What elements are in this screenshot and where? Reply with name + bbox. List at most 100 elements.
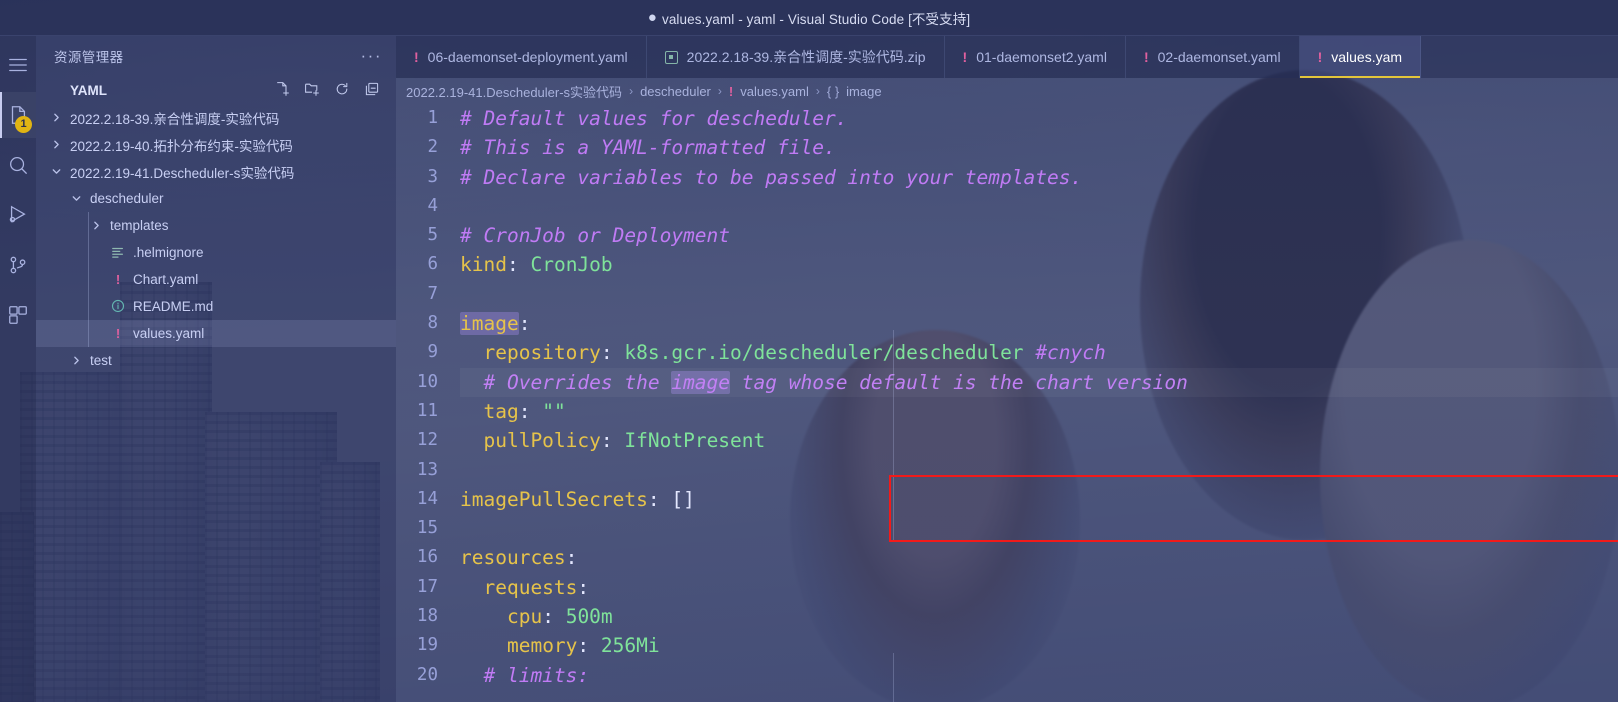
zip-file-icon: [664, 50, 678, 64]
explorer-icon[interactable]: 1: [0, 92, 36, 138]
search-icon[interactable]: [0, 142, 36, 188]
breadcrumb-part[interactable]: 2022.2.19-41.Descheduler-s实验代码: [406, 82, 622, 101]
indent-guide: [893, 653, 894, 702]
tree-item-folder[interactable]: descheduler: [36, 185, 396, 212]
extensions-icon[interactable]: [0, 292, 36, 338]
line-number: 16: [416, 547, 438, 568]
indent-guide: [893, 330, 894, 542]
code-line[interactable]: 14 imagePullSecrets: []: [396, 485, 1618, 514]
new-folder-icon[interactable]: [304, 81, 320, 100]
line-number: 11: [416, 400, 438, 421]
code-line[interactable]: 7: [396, 280, 1618, 309]
tree-item-folder[interactable]: 2022.2.19-41.Descheduler-s实验代码: [36, 158, 396, 185]
tree-indent-guide: [88, 266, 89, 293]
code-token: # Declare variables to be passed into yo…: [460, 165, 1083, 189]
chevron-down-icon: [70, 192, 83, 205]
breadcrumb-part[interactable]: values.yaml: [740, 84, 809, 99]
code-token: # Default values for descheduler.: [460, 107, 848, 130]
chevron-right-icon: [70, 354, 83, 367]
tree-item-folder[interactable]: test: [36, 347, 396, 374]
editor-tab-bar[interactable]: ! 06-daemonset-deployment.yaml 2022.2.18-3…: [396, 36, 1618, 78]
code-line[interactable]: 3 # Declare variables to be passed into y…: [396, 163, 1618, 192]
refresh-icon[interactable]: [334, 81, 350, 100]
line-number: 14: [416, 488, 438, 509]
tab-label: 06-daemonset-deployment.yaml: [427, 49, 628, 65]
code-line[interactable]: 20 # limits:: [396, 661, 1618, 690]
code-line[interactable]: 8 image:: [396, 309, 1618, 338]
code-line[interactable]: 18 cpu: 500m: [396, 602, 1618, 631]
line-number: 3: [427, 166, 438, 187]
line-number: 15: [416, 518, 438, 539]
code-line-content: imagePullSecrets: []: [460, 485, 695, 514]
code-line[interactable]: 19 memory: 256Mi: [396, 631, 1618, 660]
code-line[interactable]: 10 # Overrides the image tag whose defau…: [396, 367, 1618, 397]
activity-bar[interactable]: 1: [0, 36, 36, 702]
code-token: :: [600, 341, 613, 365]
code-token: # limits:: [460, 663, 590, 687]
breadcrumb[interactable]: 2022.2.19-41.Descheduler-s实验代码 › deschedul…: [396, 78, 1618, 104]
code-line[interactable]: 2 # This is a YAML-formatted file.: [396, 133, 1618, 162]
code-line[interactable]: 16 resources:: [396, 543, 1618, 572]
code-line[interactable]: 13: [396, 456, 1618, 485]
tree-item-label: 2022.2.19-40.拓扑分布约束-实验代码: [70, 138, 293, 154]
source-control-icon[interactable]: [0, 242, 36, 288]
editor-tab[interactable]: 2022.2.18-39.亲合性调度-实验代码.zip: [646, 36, 945, 78]
collapse-all-icon[interactable]: [364, 81, 380, 100]
workspace-root-label: YAML: [70, 82, 108, 98]
code-line-content: # limits:: [460, 661, 589, 690]
sidebar-toolbar[interactable]: [274, 81, 386, 100]
line-number: 7: [427, 283, 438, 304]
code-token: resources: [460, 546, 566, 570]
config-file-icon: [110, 245, 126, 261]
tree-item-label: 2022.2.19-41.Descheduler-s实验代码: [70, 165, 295, 181]
tree-item-folder[interactable]: templates: [36, 212, 396, 239]
editor-tab-active[interactable]: ! values.yam: [1299, 36, 1422, 78]
window-title-bar: ● values.yaml - yaml - Visual Studio Cod…: [0, 0, 1618, 36]
code-line[interactable]: 17 requests:: [396, 573, 1618, 602]
code-line[interactable]: 11 tag: "": [396, 397, 1618, 426]
tree-item-file[interactable]: ! Chart.yaml: [36, 266, 396, 293]
editor-tab[interactable]: ! 02-daemonset.yaml: [1125, 36, 1300, 78]
tree-item-folder[interactable]: 2022.2.19-40.拓扑分布约束-实验代码: [36, 131, 396, 158]
tree-item-file[interactable]: ! values.yaml: [36, 320, 396, 347]
code-line-content: kind: CronJob: [460, 250, 613, 279]
code-line[interactable]: 6 kind: CronJob: [396, 250, 1618, 279]
code-line[interactable]: 12 pullPolicy: IfNotPresent: [396, 426, 1618, 455]
code-line[interactable]: 4: [396, 192, 1618, 221]
code-editor[interactable]: 1 # Default values for descheduler. 2 # Thi…: [396, 104, 1618, 702]
editor-tab[interactable]: ! 06-daemonset-deployment.yaml: [396, 36, 647, 78]
code-line[interactable]: 9 repository: k8s.gcr.io/descheduler/des…: [396, 338, 1618, 367]
code-line[interactable]: 15: [396, 514, 1618, 543]
breadcrumb-part[interactable]: descheduler: [640, 84, 711, 99]
line-number: 18: [416, 606, 438, 627]
tree-item-folder[interactable]: 2022.2.18-39.亲合性调度-实验代码: [36, 104, 396, 131]
new-file-icon[interactable]: [274, 81, 290, 100]
tree-item-file[interactable]: .helmignore: [36, 239, 396, 266]
workspace-root-yaml[interactable]: YAML: [36, 76, 396, 105]
code-line-content: tag: "": [460, 397, 566, 426]
code-line[interactable]: 1 # Default values for descheduler.: [396, 104, 1618, 133]
line-number: 1: [427, 108, 438, 128]
more-actions-icon[interactable]: ···: [361, 46, 382, 66]
tree-indent-guide: [88, 212, 89, 239]
tree-item-label: 2022.2.18-39.亲合性调度-实验代码: [70, 111, 280, 127]
tab-label: 2022.2.18-39.亲合性调度-实验代码.zip: [686, 49, 926, 65]
code-token: "": [542, 399, 566, 423]
tree-item-file[interactable]: README.md: [36, 293, 396, 320]
breadcrumb-part[interactable]: image: [846, 84, 881, 99]
chevron-down-icon: [50, 165, 63, 178]
code-line[interactable]: 5 # CronJob or Deployment: [396, 221, 1618, 250]
window-title: values.yaml - yaml - Visual Studio Code …: [661, 11, 971, 27]
menu-icon[interactable]: [0, 42, 36, 88]
editor-tab[interactable]: ! 01-daemonset2.yaml: [944, 36, 1126, 78]
run-debug-icon[interactable]: [0, 192, 36, 238]
code-line-content: # CronJob or Deployment: [460, 221, 730, 250]
file-tree[interactable]: 2022.2.18-39.亲合性调度-实验代码 2022.2.19-40.拓扑分布…: [36, 104, 396, 374]
